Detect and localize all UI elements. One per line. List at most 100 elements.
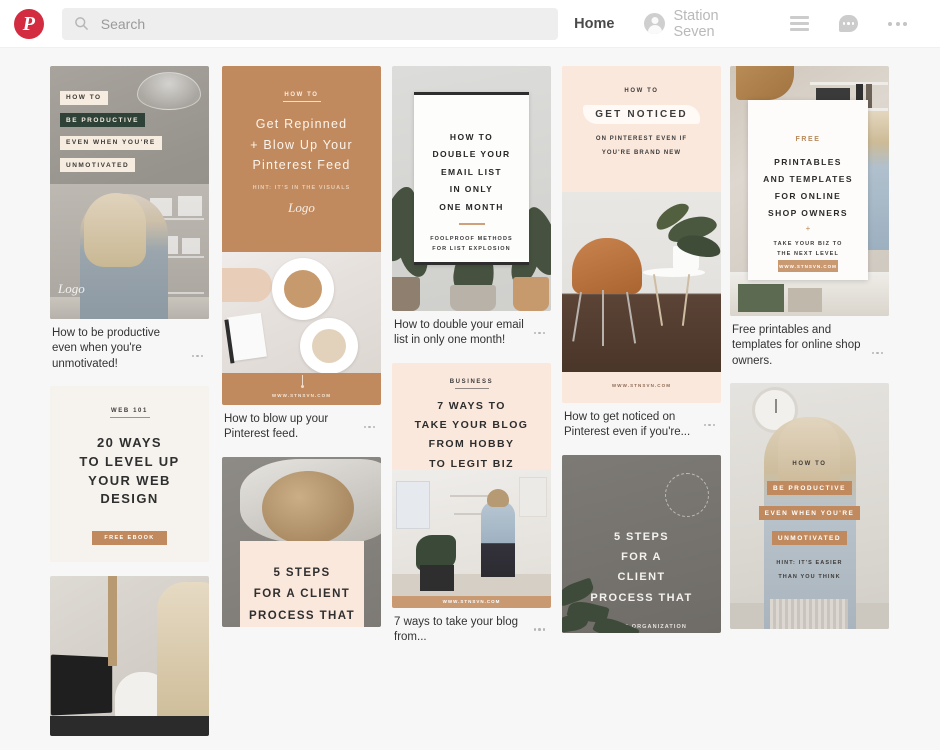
pin-art-line3: UNMOTIVATED <box>771 531 848 546</box>
grid-column-4: HOW TO GET NOTICED ON PINTEREST EVEN IF … <box>562 66 721 647</box>
pin-art-line2: EVEN WHEN YOU'RE <box>60 135 162 150</box>
hand-decor <box>222 268 272 302</box>
pin-caption: 7 ways to take your blog from... <box>394 615 519 643</box>
pin-art-sub2: YOU'RE BRAND NEW <box>601 150 682 156</box>
nav-home-link[interactable]: Home <box>558 16 630 32</box>
search-placeholder-text: Search <box>100 15 146 32</box>
nav-messages-button[interactable] <box>824 15 873 32</box>
top-navigation-bar: P Search Home Station Seven <box>0 0 940 48</box>
pin-card-double-email-list[interactable]: HOW TO DOUBLE YOUR EMAIL LIST IN ONLY ON… <box>392 66 551 349</box>
pin-art-kicker: FREE <box>795 136 821 143</box>
pin-art-kicker: HOW TO <box>624 88 659 94</box>
pin-art-url: WWW.STNSVN.COM <box>778 260 838 272</box>
pin-art-kicker: BUSINESS <box>449 378 494 385</box>
pin-art-logo: Logo <box>288 200 315 215</box>
pin-card-get-noticed[interactable]: HOW TO GET NOTICED ON PINTEREST EVEN IF … <box>562 66 721 441</box>
pin-art-line4: DESIGN <box>100 491 159 507</box>
pin-art-line3: FROM HOBBY <box>428 438 515 451</box>
nav-right-group: Home Station Seven <box>558 8 940 40</box>
pin-art-line1: BE PRODUCTIVE <box>767 481 852 496</box>
pin-art-line2: DOUBLE YOUR <box>432 149 511 160</box>
pin-art-line3: PROCESS THAT <box>248 610 356 623</box>
more-dots-icon <box>888 21 907 26</box>
pin-art-sub2: FOR LIST EXPLOSION <box>432 246 511 252</box>
pin-options-icon[interactable] <box>871 351 883 355</box>
divider-rule <box>109 416 150 419</box>
pin-card-5-steps-bread[interactable]: 5 STEPS FOR A CLIENT PROCESS THAT <box>222 456 381 627</box>
pin-caption: Free printables and templates for online… <box>732 324 861 367</box>
pin-card-get-repinned[interactable]: HOW TO Get Repinned + Blow Up Your Pinte… <box>222 66 381 443</box>
pin-art-url: WWW.STNSVN.COM <box>392 595 551 608</box>
pin-art-title: GET NOTICED <box>583 105 700 124</box>
pin-options-icon[interactable] <box>191 354 203 358</box>
pin-art-sub1: ON PINTEREST EVEN IF <box>595 136 688 142</box>
pin-image[interactable]: HOW TO GET NOTICED ON PINTEREST EVEN IF … <box>562 66 721 403</box>
pin-image[interactable]: HOW TO Get Repinned + Blow Up Your Pinte… <box>222 66 381 405</box>
pin-image[interactable]: 5 STEPS FOR A CLIENT PROCESS THAT IMPROV… <box>562 454 721 633</box>
pin-art-url: WWW.STNSVN.COM <box>611 383 672 388</box>
pin-art-line5: ONE MONTH <box>439 201 504 212</box>
pin-card-7-ways-legit-biz[interactable]: BUSINESS 7 WAYS TO TAKE YOUR BLOG FROM H… <box>392 362 551 646</box>
pin-art-sub1: HINT: IT'S EASIER <box>776 559 843 566</box>
grid-column-2: HOW TO Get Repinned + Blow Up Your Pinte… <box>222 66 381 641</box>
pin-card-laptop-photo[interactable] <box>50 575 209 736</box>
nav-more-button[interactable] <box>873 21 922 26</box>
pin-art-line1: BE PRODUCTIVE <box>60 113 145 127</box>
person-decor <box>481 488 515 577</box>
pin-art-title2: + Blow Up Your <box>250 137 353 152</box>
pin-options-icon[interactable] <box>363 425 375 429</box>
pin-art-title3: Pinterest Feed <box>252 158 351 173</box>
search-input[interactable]: Search <box>61 7 559 40</box>
pinterest-logo[interactable]: P <box>14 8 44 39</box>
plant-decor <box>562 559 650 633</box>
pin-image[interactable]: HOW TO BE PRODUCTIVE EVEN WHEN YOU'RE UN… <box>730 382 889 629</box>
pin-art-line1: 20 WAYS <box>97 434 162 450</box>
pin-art-kicker: HOW TO <box>284 92 319 98</box>
pin-art-sub1: FOOLPROOF METHODS <box>430 236 513 242</box>
pin-art-kicker: WEB 101 <box>111 407 148 414</box>
pin-art-line2: TAKE YOUR BLOG <box>414 418 529 431</box>
bread-decor <box>262 470 354 545</box>
pin-art-line3: YOUR WEB <box>88 472 171 488</box>
nav-menu-button[interactable] <box>775 16 824 31</box>
pin-card-20-ways-web-design[interactable]: WEB 101 20 WAYS TO LEVEL UP YOUR WEB DES… <box>50 385 209 562</box>
pin-art-line3: UNMOTIVATED <box>60 158 136 172</box>
grid-column-3: HOW TO DOUBLE YOUR EMAIL LIST IN ONLY ON… <box>392 66 551 659</box>
pin-image[interactable]: HOW TO DOUBLE YOUR EMAIL LIST IN ONLY ON… <box>392 66 551 311</box>
pin-art-line4: SHOP OWNERS <box>768 208 848 218</box>
pin-caption: How to blow up your Pinterest feed. <box>224 413 329 441</box>
pin-image[interactable] <box>50 575 209 736</box>
pin-art-line2: FOR A CLIENT <box>253 588 351 601</box>
nav-user-profile[interactable]: Station Seven <box>630 8 775 40</box>
pin-art-plus: + <box>805 224 811 233</box>
pin-art-line2: EVEN WHEN YOU'RE <box>758 506 861 521</box>
pin-options-icon[interactable] <box>533 331 545 335</box>
poster-card-decor: FREE PRINTABLES AND TEMPLATES FOR ONLINE… <box>748 100 868 280</box>
pin-art-logo: Logo <box>58 281 85 296</box>
pin-art-line4: IN ONLY <box>449 184 494 195</box>
pin-card-free-printables[interactable]: FREE PRINTABLES AND TEMPLATES FOR ONLINE… <box>730 66 889 369</box>
person-decor <box>157 581 209 732</box>
pin-image[interactable]: WEB 101 20 WAYS TO LEVEL UP YOUR WEB DES… <box>50 385 209 562</box>
grid-column-1: HOW TO BE PRODUCTIVE EVEN WHEN YOU'RE UN… <box>50 66 209 750</box>
chair-decor <box>572 238 642 294</box>
pin-card-5-steps-works[interactable]: 5 STEPS FOR A CLIENT PROCESS THAT IMPROV… <box>562 454 721 633</box>
pin-image[interactable]: 5 STEPS FOR A CLIENT PROCESS THAT <box>222 456 381 627</box>
free-ebook-button[interactable]: FREE EBOOK <box>92 530 167 545</box>
pin-caption: How to be productive even when you're un… <box>52 327 161 370</box>
pin-caption: How to double your email list in only on… <box>394 319 524 347</box>
pin-card-be-productive[interactable]: HOW TO BE PRODUCTIVE EVEN WHEN YOU'RE UN… <box>50 66 209 372</box>
pin-options-icon[interactable] <box>533 628 545 631</box>
pin-image[interactable]: BUSINESS 7 WAYS TO TAKE YOUR BLOG FROM H… <box>392 362 551 608</box>
pin-art-line3: FOR ONLINE <box>774 191 842 201</box>
pin-card-be-productive-tan[interactable]: HOW TO BE PRODUCTIVE EVEN WHEN YOU'RE UN… <box>730 382 889 629</box>
pin-art-kicker: HOW TO <box>792 460 827 467</box>
pin-image[interactable]: FREE PRINTABLES AND TEMPLATES FOR ONLINE… <box>730 66 889 316</box>
pin-options-icon[interactable] <box>703 423 715 427</box>
pin-art-sub2: THAN YOU THINK <box>778 573 841 580</box>
pin-image[interactable]: HOW TO BE PRODUCTIVE EVEN WHEN YOU'RE UN… <box>50 66 209 319</box>
hamburger-icon <box>790 16 809 31</box>
pin-caption: How to get noticed on Pinterest even if … <box>564 411 691 439</box>
laptop-decor <box>50 654 113 716</box>
search-icon <box>74 17 88 30</box>
